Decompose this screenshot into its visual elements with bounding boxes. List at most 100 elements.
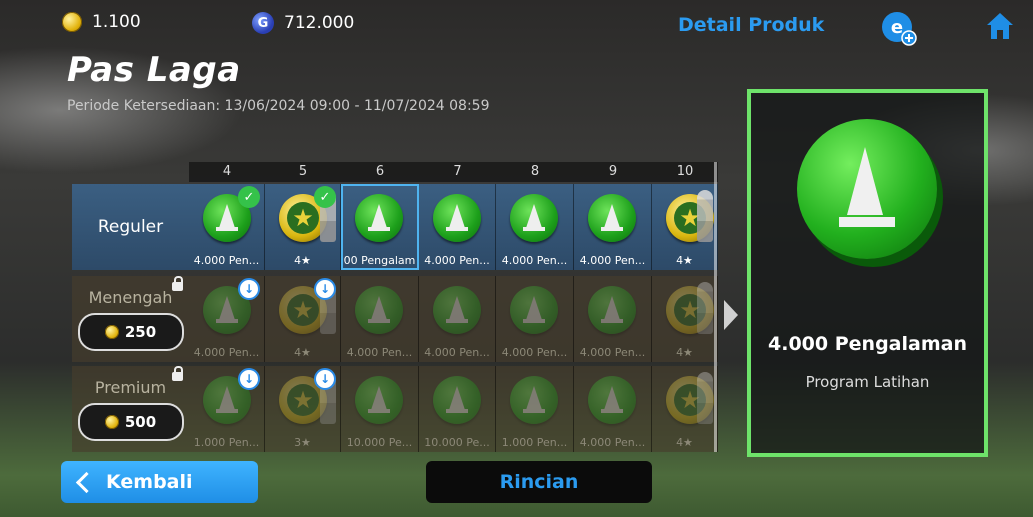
reward-cell[interactable]: ✓ 4★: [265, 184, 341, 270]
reward-label: 4.000 Pen...: [193, 254, 260, 267]
pass-row-reguler: Reguler ✓ 4.000 Pen... ✓ 4★ 00 Pengalam 4.000 …: [72, 184, 718, 270]
pass-grid: 45678910 Reguler ✓ 4.000 Pen... ✓ 4★ 00 Pengal…: [72, 162, 718, 452]
column-header: 10: [652, 162, 718, 182]
tier-name: Menengah: [88, 287, 173, 307]
column-header: 5: [265, 162, 341, 182]
reward-label: 4.000 Pen...: [501, 346, 568, 359]
column-header: 6: [341, 162, 419, 182]
training-cone-icon: [588, 286, 636, 334]
coin-icon: [104, 414, 119, 429]
training-cone-icon: [588, 194, 636, 242]
reward-label: 4.000 Pen...: [346, 346, 413, 359]
reward-cell[interactable]: ✓ 4.000 Pen...: [189, 184, 265, 270]
reward-label: 3★: [294, 436, 311, 449]
unlock-price-button[interactable]: 500: [77, 402, 184, 441]
column-header: 4: [189, 162, 265, 182]
reward-cell[interactable]: 00 Pengalam: [341, 184, 419, 270]
coin-amount: 1.100: [92, 12, 141, 32]
player-silhouette-icon: [697, 372, 713, 424]
training-cone-icon: [510, 286, 558, 334]
reward-label: 4.000 Pen...: [501, 254, 568, 267]
reward-cell[interactable]: 4.000 Pen...: [496, 276, 574, 362]
back-button[interactable]: Kembali: [61, 461, 258, 503]
reward-label: 10.000 Pe...: [424, 436, 490, 449]
reward-cell[interactable]: 4.000 Pen...: [419, 184, 496, 270]
column-header: 8: [496, 162, 574, 182]
reward-label: 1.000 Pen...: [501, 436, 568, 449]
reward-cell[interactable]: 4.000 Pen...: [496, 184, 574, 270]
column-header: 7: [419, 162, 496, 182]
training-cone-icon: [355, 286, 403, 334]
reward-cell[interactable]: 10.000 Pe...: [341, 366, 419, 452]
reward-cell[interactable]: 4★: [652, 276, 718, 362]
reward-label: 4★: [676, 436, 693, 449]
reward-label: 4.000 Pen...: [424, 346, 490, 359]
reward-cell[interactable]: ↓ 3★: [265, 366, 341, 452]
reward-detail-panel: 4.000 Pengalaman Program Latihan: [747, 89, 988, 457]
download-icon: ↓: [314, 368, 336, 390]
reward-cell[interactable]: 10.000 Pe...: [419, 366, 496, 452]
reward-cell[interactable]: 4.000 Pen...: [574, 276, 652, 362]
training-cone-icon: [433, 376, 481, 424]
reward-cell[interactable]: 4.000 Pen...: [574, 184, 652, 270]
training-cone-icon: [588, 376, 636, 424]
details-button[interactable]: Rincian: [426, 461, 652, 503]
home-icon[interactable]: [984, 10, 1016, 42]
pass-row-menengah: Menengah 250 ↓ 4.000 Pen... ↓ 4★ 4.000 Pen... 4…: [72, 276, 718, 362]
unlock-price: 250: [124, 322, 157, 341]
reward-cell[interactable]: 4.000 Pen...: [341, 276, 419, 362]
add-currency-icon[interactable]: e: [880, 10, 918, 46]
player-silhouette-icon: [697, 282, 713, 334]
reward-cell[interactable]: 4★: [652, 366, 718, 452]
claimed-check-icon: ✓: [238, 186, 260, 208]
row-label: Premium 500: [72, 366, 189, 452]
lock-icon: [172, 366, 183, 381]
reward-cell[interactable]: 4.000 Pen...: [419, 276, 496, 362]
reward-label: 4.000 Pen...: [579, 254, 646, 267]
reward-label: 10.000 Pe...: [346, 436, 413, 449]
gp-amount: 712.000: [284, 13, 355, 33]
reward-cell[interactable]: 4.000 Pen...: [574, 366, 652, 452]
gp-balance: G 712.000: [252, 12, 354, 34]
reward-label: 4.000 Pen...: [424, 254, 490, 267]
reward-cell[interactable]: ↓ 4★: [265, 276, 341, 362]
grid-scrollbar[interactable]: [714, 162, 717, 452]
availability-period: Periode Ketersediaan: 13/06/2024 09:00 -…: [67, 98, 490, 114]
unlock-price: 500: [124, 412, 157, 431]
training-cone-icon: [355, 376, 403, 424]
reward-label: 4.000 Pen...: [193, 346, 260, 359]
claimed-check-icon: ✓: [314, 186, 336, 208]
coin-icon: [62, 12, 82, 32]
reward-label: 4.000 Pen...: [579, 436, 646, 449]
training-cone-icon: [433, 286, 481, 334]
reward-label: 4★: [294, 254, 311, 267]
coin-balance: 1.100: [62, 12, 141, 32]
reward-label: 1.000 Pen...: [193, 436, 260, 449]
reward-title: 4.000 Pengalaman: [768, 333, 967, 355]
tier-name: Reguler: [97, 217, 164, 237]
svg-text:e: e: [891, 17, 903, 38]
reward-cell[interactable]: 4★: [652, 184, 718, 270]
training-cone-icon: [433, 194, 481, 242]
reward-label: 4★: [294, 346, 311, 359]
row-label: Reguler: [72, 184, 189, 270]
back-label: Kembali: [106, 471, 193, 493]
gp-icon: G: [252, 12, 274, 34]
reward-cell[interactable]: ↓ 1.000 Pen...: [189, 366, 265, 452]
row-label: Menengah 250: [72, 276, 189, 362]
next-arrow-icon[interactable]: [724, 300, 738, 330]
column-header: 9: [574, 162, 652, 182]
download-icon: ↓: [238, 368, 260, 390]
chevron-left-icon: [75, 471, 98, 493]
reward-cell[interactable]: ↓ 4.000 Pen...: [189, 276, 265, 362]
training-cone-icon: [510, 376, 558, 424]
training-cone-icon: [510, 194, 558, 242]
reward-label: 4★: [676, 346, 693, 359]
unlock-price-button[interactable]: 250: [77, 312, 184, 351]
training-cone-icon: [355, 194, 403, 242]
reward-cell[interactable]: 1.000 Pen...: [496, 366, 574, 452]
reward-label: 00 Pengalam: [343, 254, 416, 267]
training-cone-icon: [797, 119, 937, 259]
product-detail-link[interactable]: Detail Produk: [678, 14, 824, 36]
player-silhouette-icon: [697, 190, 713, 242]
